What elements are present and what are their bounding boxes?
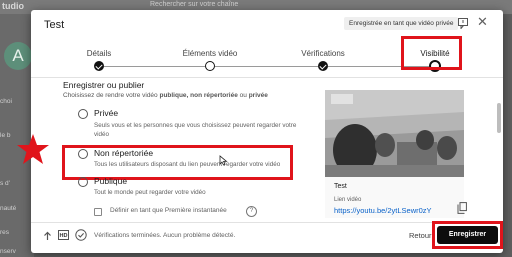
step-checks-check-icon[interactable] [318, 61, 328, 71]
step-connector [215, 66, 318, 67]
header-divider [31, 77, 503, 78]
channel-avatar: A [4, 42, 32, 70]
option-private-description: Seuls vous et les personnes que vous cho… [94, 122, 297, 138]
sidebar-item: nauté [0, 205, 17, 212]
premiere-checkbox[interactable] [94, 208, 102, 216]
close-icon[interactable]: ✕ [477, 15, 488, 29]
checks-status-text: Vérifications terminées. Aucun problème … [94, 232, 236, 239]
saved-status-badge: Enregistrée en tant que vidéo privée [344, 17, 459, 30]
section-title: Enregistrer ou publier [63, 80, 145, 90]
step-connector [104, 66, 205, 67]
copy-icon[interactable] [457, 202, 467, 214]
section-subtitle: Choisissez de rendre votre vidéo publiqu… [63, 92, 268, 99]
back-button[interactable]: Retour [405, 229, 436, 242]
dialog-title: Test [44, 19, 65, 31]
video-thumbnail[interactable] [325, 90, 464, 177]
highlight-box-visibility-step [401, 36, 462, 70]
option-public-label[interactable]: Publique [94, 176, 127, 186]
premiere-checkbox-label[interactable]: Définir en tant que Première instantanée [110, 207, 227, 214]
highlight-box-save-button [432, 221, 503, 249]
radio-private[interactable] [78, 109, 88, 119]
step-video-elements-dot[interactable] [205, 61, 215, 71]
studio-search-placeholder: Rechercher sur votre chaîne [150, 1, 239, 8]
upload-icon [44, 231, 51, 240]
mouse-cursor-icon [219, 155, 228, 166]
check-circle-icon [75, 229, 87, 241]
sidebar-item: nserv [0, 248, 16, 255]
sidebar-item: res [0, 229, 10, 236]
sidebar-item: s d' [0, 180, 10, 187]
studio-logo: tudio [2, 1, 24, 11]
step-details-label[interactable]: Détails [87, 49, 111, 58]
hd-badge-icon: HD [58, 230, 69, 240]
video-link[interactable]: https://youtu.be/2ytLSewr0zY [334, 206, 432, 215]
step-video-elements-label[interactable]: Éléments vidéo [183, 49, 238, 58]
sidebar-item: choi [0, 98, 12, 105]
annotation-star-icon [17, 134, 49, 164]
step-details-check-icon[interactable] [94, 61, 104, 71]
radio-public[interactable] [78, 177, 88, 187]
step-checks-label[interactable]: Vérifications [301, 49, 345, 58]
highlight-box-unlisted-option [62, 145, 293, 180]
preview-video-title: Test [334, 183, 347, 190]
option-private-label[interactable]: Privée [94, 108, 118, 118]
option-public-description: Tout le monde peut regarder votre vidéo [94, 189, 206, 196]
feedback-icon[interactable] [458, 18, 468, 29]
upload-dialog: Test Enregistrée en tant que vidéo privé… [31, 10, 503, 253]
video-link-label: Lien vidéo [334, 197, 362, 203]
scrollbar-thumb[interactable] [497, 103, 501, 133]
scrollbar-track[interactable] [496, 78, 501, 218]
help-icon[interactable]: ? [246, 206, 257, 217]
